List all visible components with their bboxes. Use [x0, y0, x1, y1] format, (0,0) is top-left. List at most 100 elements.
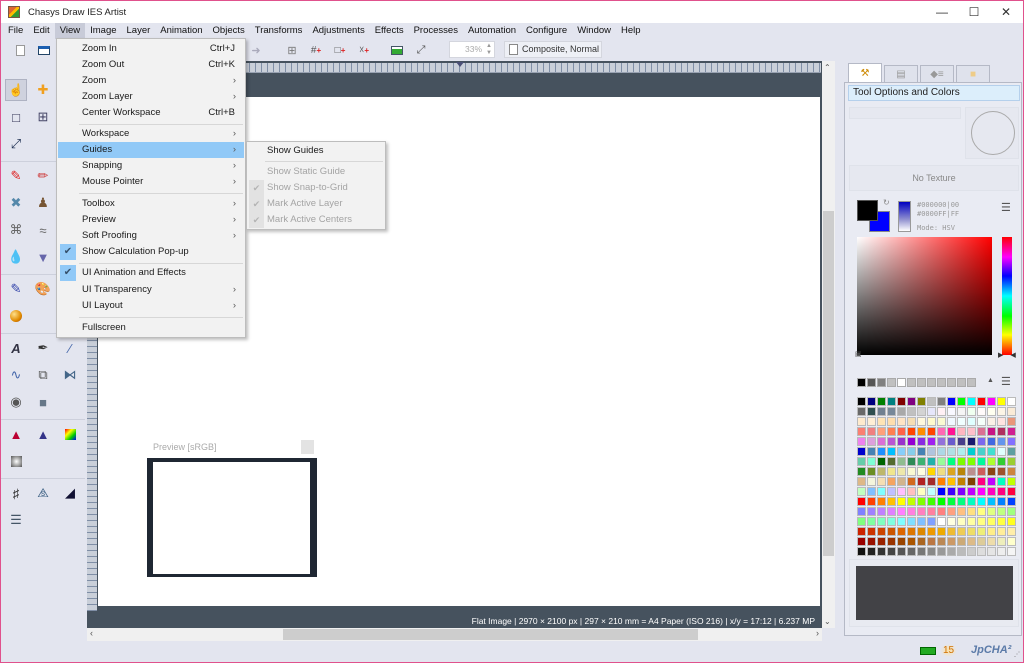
palette-swatch[interactable]: [897, 427, 906, 436]
palette-swatch[interactable]: [887, 487, 896, 496]
palette-swatch[interactable]: [1007, 467, 1016, 476]
palette-swatch[interactable]: [997, 397, 1006, 406]
palette-swatch[interactable]: [987, 407, 996, 416]
pointer-tool[interactable]: ☝: [5, 79, 27, 101]
palette-swatch[interactable]: [907, 547, 916, 556]
palette-swatch[interactable]: [967, 407, 976, 416]
palette-swatch[interactable]: [887, 527, 896, 536]
palette-swatch[interactable]: [927, 417, 936, 426]
color-menu-icon[interactable]: ☰: [1001, 201, 1011, 214]
color-mode[interactable]: Mode: HSV: [917, 224, 955, 232]
palette-swatch[interactable]: [967, 437, 976, 446]
palette-swatch[interactable]: [907, 457, 916, 466]
palette-swatch[interactable]: [937, 407, 946, 416]
palette-swatch[interactable]: [857, 407, 866, 416]
palette-swatch[interactable]: [857, 477, 866, 486]
palette-swatch[interactable]: [917, 437, 926, 446]
palette-swatch[interactable]: [917, 447, 926, 456]
palette-swatch[interactable]: [927, 467, 936, 476]
palette-swatch[interactable]: [917, 477, 926, 486]
palette-swatch[interactable]: [967, 427, 976, 436]
palette-swatch[interactable]: [867, 527, 876, 536]
palette-swatch[interactable]: [887, 467, 896, 476]
palette-swatch[interactable]: [937, 507, 946, 516]
palette-swatch[interactable]: [977, 467, 986, 476]
palette-swatch[interactable]: [867, 477, 876, 486]
palette-swatch[interactable]: [947, 427, 956, 436]
crop-tool[interactable]: ⊞: [32, 106, 54, 128]
palette-swatch[interactable]: [867, 447, 876, 456]
palette-swatch[interactable]: [897, 457, 906, 466]
palette-swatch[interactable]: [907, 417, 916, 426]
menu-animation[interactable]: Animation: [155, 23, 207, 39]
menu-item-mouse-pointer[interactable]: Mouse Pointer ›: [58, 174, 244, 190]
palette-swatch[interactable]: [937, 397, 946, 406]
palette-swatch[interactable]: [857, 547, 866, 556]
heal-tool[interactable]: ✖: [5, 192, 27, 214]
sharpen-tool[interactable]: ▼: [32, 246, 54, 268]
palette-swatch[interactable]: [877, 427, 886, 436]
palette-swatch[interactable]: [957, 487, 966, 496]
palette-swatch[interactable]: [927, 457, 936, 466]
palette-swatch[interactable]: [997, 447, 1006, 456]
palette-swatch[interactable]: [897, 417, 906, 426]
palette-swatch[interactable]: [907, 427, 916, 436]
shapes-tool[interactable]: ⧉: [32, 364, 54, 386]
palette-swatch[interactable]: [967, 547, 976, 556]
palette-swatch[interactable]: [997, 497, 1006, 506]
palette-swatch[interactable]: [907, 537, 916, 546]
palette-swatch[interactable]: [877, 437, 886, 446]
palette-swatch[interactable]: [897, 527, 906, 536]
text-tool[interactable]: A: [5, 337, 27, 359]
palette-swatch[interactable]: [947, 407, 956, 416]
palette-swatch[interactable]: [877, 397, 886, 406]
palette-swatch[interactable]: [897, 397, 906, 406]
line-tool[interactable]: ∕: [59, 337, 81, 359]
palette-swatch[interactable]: [857, 527, 866, 536]
palette-swatch[interactable]: [877, 477, 886, 486]
palette-swatch[interactable]: [987, 537, 996, 546]
palette-swatch[interactable]: [887, 407, 896, 416]
crop-canvas-button[interactable]: ⊞: [284, 42, 300, 58]
tool-options-tab[interactable]: ⚒: [848, 63, 882, 83]
menu-edit[interactable]: Edit: [28, 23, 54, 39]
palette-swatch[interactable]: [877, 457, 886, 466]
palette-swatch[interactable]: [967, 397, 976, 406]
palette-swatch[interactable]: [907, 517, 916, 526]
palette-swatch[interactable]: [947, 437, 956, 446]
palette-swatch[interactable]: [887, 457, 896, 466]
menu-window[interactable]: Window: [572, 23, 616, 39]
palette-swatch[interactable]: [947, 507, 956, 516]
palette-swatch[interactable]: [887, 447, 896, 456]
palette-swatch[interactable]: [987, 467, 996, 476]
palette-swatch[interactable]: [987, 457, 996, 466]
palette-swatch[interactable]: [927, 497, 936, 506]
palette-swatch[interactable]: [907, 507, 916, 516]
palette-swatch[interactable]: [967, 497, 976, 506]
picker-reset-icon[interactable]: ▣: [855, 350, 862, 358]
palette-swatch[interactable]: [987, 437, 996, 446]
recent-color-swatch[interactable]: [887, 378, 896, 387]
window-button[interactable]: [36, 42, 52, 58]
preview-close-button[interactable]: [301, 440, 314, 454]
palette-swatch[interactable]: [967, 537, 976, 546]
round-object-tool[interactable]: ◉: [5, 391, 27, 413]
swap-colors-icon[interactable]: ↻: [883, 198, 890, 207]
palette-swatch[interactable]: [887, 537, 896, 546]
palette-swatch[interactable]: [987, 447, 996, 456]
recent-color-swatch[interactable]: [897, 378, 906, 387]
menu-help[interactable]: Help: [616, 23, 646, 39]
palette-swatch[interactable]: [897, 487, 906, 496]
menu-item-guides[interactable]: Guides ›: [58, 142, 244, 158]
menu-item-center-workspace[interactable]: Center Workspace Ctrl+B: [58, 105, 244, 121]
palette-swatch[interactable]: [927, 437, 936, 446]
palette-swatch[interactable]: [937, 477, 946, 486]
palette-swatch[interactable]: [877, 547, 886, 556]
palette-swatch[interactable]: [897, 447, 906, 456]
palette-swatch[interactable]: [987, 397, 996, 406]
palette-swatch[interactable]: [887, 477, 896, 486]
hue-slider-handle[interactable]: ▶ ◀: [998, 351, 1016, 359]
grid-tool[interactable]: ♯: [5, 482, 27, 504]
palette-swatch[interactable]: [1007, 487, 1016, 496]
palette-swatch[interactable]: [947, 517, 956, 526]
